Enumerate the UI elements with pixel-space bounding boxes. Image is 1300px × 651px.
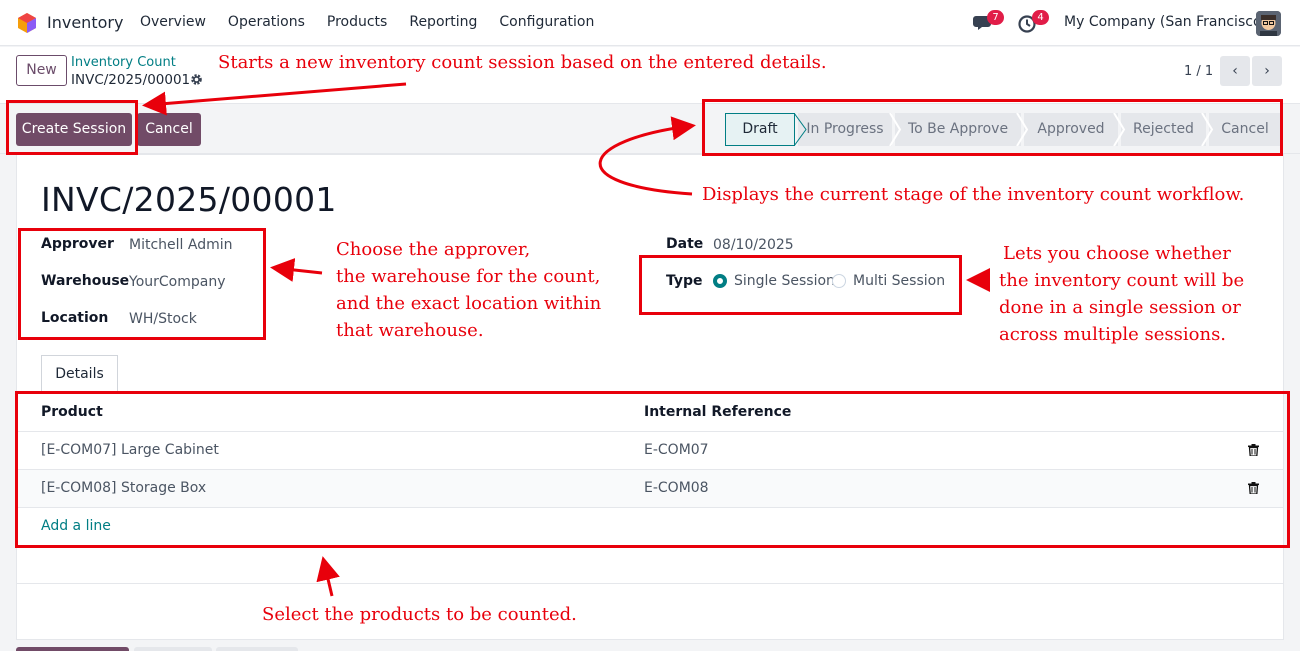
row-internal-reference: E-COM07 [644,442,709,458]
pager-next-button[interactable]: › [1252,56,1282,86]
annotation-line: that warehouse. [336,320,484,341]
warehouse-label: Warehouse [41,273,130,289]
new-button[interactable]: New [16,55,67,86]
section-divider [17,583,1283,584]
annotation-line: Choose the approver, [336,239,531,260]
annotation-create-session: Starts a new inventory count session bas… [218,52,827,73]
record-title: INVC/2025/00001 [41,180,337,219]
date-field[interactable]: 08/10/2025 [713,237,794,253]
create-session-button[interactable]: Create Session [16,113,132,146]
gear-icon[interactable] [190,73,203,86]
approver-label: Approver [41,236,114,252]
annotation-line: done in a single session or [999,297,1241,318]
annotation-line: the warehouse for the count, [336,266,601,287]
stage-cancel[interactable]: Cancel [1209,113,1281,146]
tab-divider [17,392,1283,393]
row-product[interactable]: [E-COM07] Large Cabinet [41,442,219,458]
top-navbar: Inventory Overview Operations Products R… [0,0,1300,46]
column-header-product[interactable]: Product [41,404,103,420]
form-sheet [16,154,1284,640]
main-menu: Overview Operations Products Reporting C… [140,14,594,30]
menu-products[interactable]: Products [327,14,387,30]
status-bar: Create Session Cancel Draft In Progress … [0,104,1300,154]
chatter-button[interactable] [134,647,212,651]
chatter-button[interactable] [16,647,129,651]
row-divider [17,507,1283,508]
column-header-internal-reference[interactable]: Internal Reference [644,404,791,420]
tab-details[interactable]: Details [41,355,118,393]
pager-value: 1 / 1 [1184,64,1214,79]
annotation-type: Lets you choose whether the inventory co… [999,240,1244,348]
multi-session-label[interactable]: Multi Session [853,273,945,289]
type-label: Type [666,273,703,289]
add-line-link[interactable]: Add a line [41,518,111,534]
stage-to-be-approve[interactable]: To Be Approve [895,113,1021,146]
row-internal-reference: E-COM08 [644,480,709,496]
menu-configuration[interactable]: Configuration [499,14,594,30]
stage-rejected[interactable]: Rejected [1121,113,1206,146]
avatar-face-icon [1256,11,1281,36]
chevron-left-icon: ‹ [1232,63,1238,79]
annotation-line: and the exact location within [336,293,602,314]
user-avatar[interactable] [1256,11,1281,36]
cancel-button[interactable]: Cancel [137,113,201,146]
activity-badge: 4 [1032,10,1049,25]
stage-in-progress[interactable]: In Progress [798,113,892,146]
row-product[interactable]: [E-COM08] Storage Box [41,480,206,496]
menu-reporting[interactable]: Reporting [409,14,477,30]
chevron-right-icon: › [1264,63,1270,79]
approver-field[interactable]: Mitchell Admin [129,237,233,253]
stage-approved[interactable]: Approved [1024,113,1118,146]
single-session-label[interactable]: Single Session [734,273,835,289]
annotation-fields: Choose the approver, the warehouse for t… [336,236,601,344]
app-name[interactable]: Inventory [47,13,123,32]
location-field[interactable]: WH/Stock [129,311,197,327]
location-label: Location [41,310,109,326]
annotation-stages: Displays the current stage of the invent… [702,184,1245,205]
menu-overview[interactable]: Overview [140,14,206,30]
trash-icon[interactable] [1248,482,1259,494]
messages-badge: 7 [987,10,1004,25]
radio-multi-session[interactable] [832,274,846,288]
date-label: Date [666,236,704,252]
pager-previous-button[interactable]: ‹ [1220,56,1250,86]
warehouse-field[interactable]: YourCompany [129,274,226,290]
radio-single-session[interactable] [713,274,727,288]
company-switcher[interactable]: My Company (San Francisco) [1064,14,1267,30]
annotation-products: Select the products to be counted. [262,604,577,625]
annotation-line: across multiple sessions. [999,324,1227,345]
annotation-line: Lets you choose whether [1003,243,1231,264]
breadcrumb-parent[interactable]: Inventory Count [71,55,176,70]
stage-draft[interactable]: Draft [725,113,795,146]
trash-icon[interactable] [1248,444,1259,456]
chatter-button[interactable] [216,647,298,651]
breadcrumb-current: INVC/2025/00001 [71,72,191,88]
inventory-app-icon[interactable] [16,12,38,34]
menu-operations[interactable]: Operations [228,14,305,30]
annotation-line: the inventory count will be [999,270,1245,291]
